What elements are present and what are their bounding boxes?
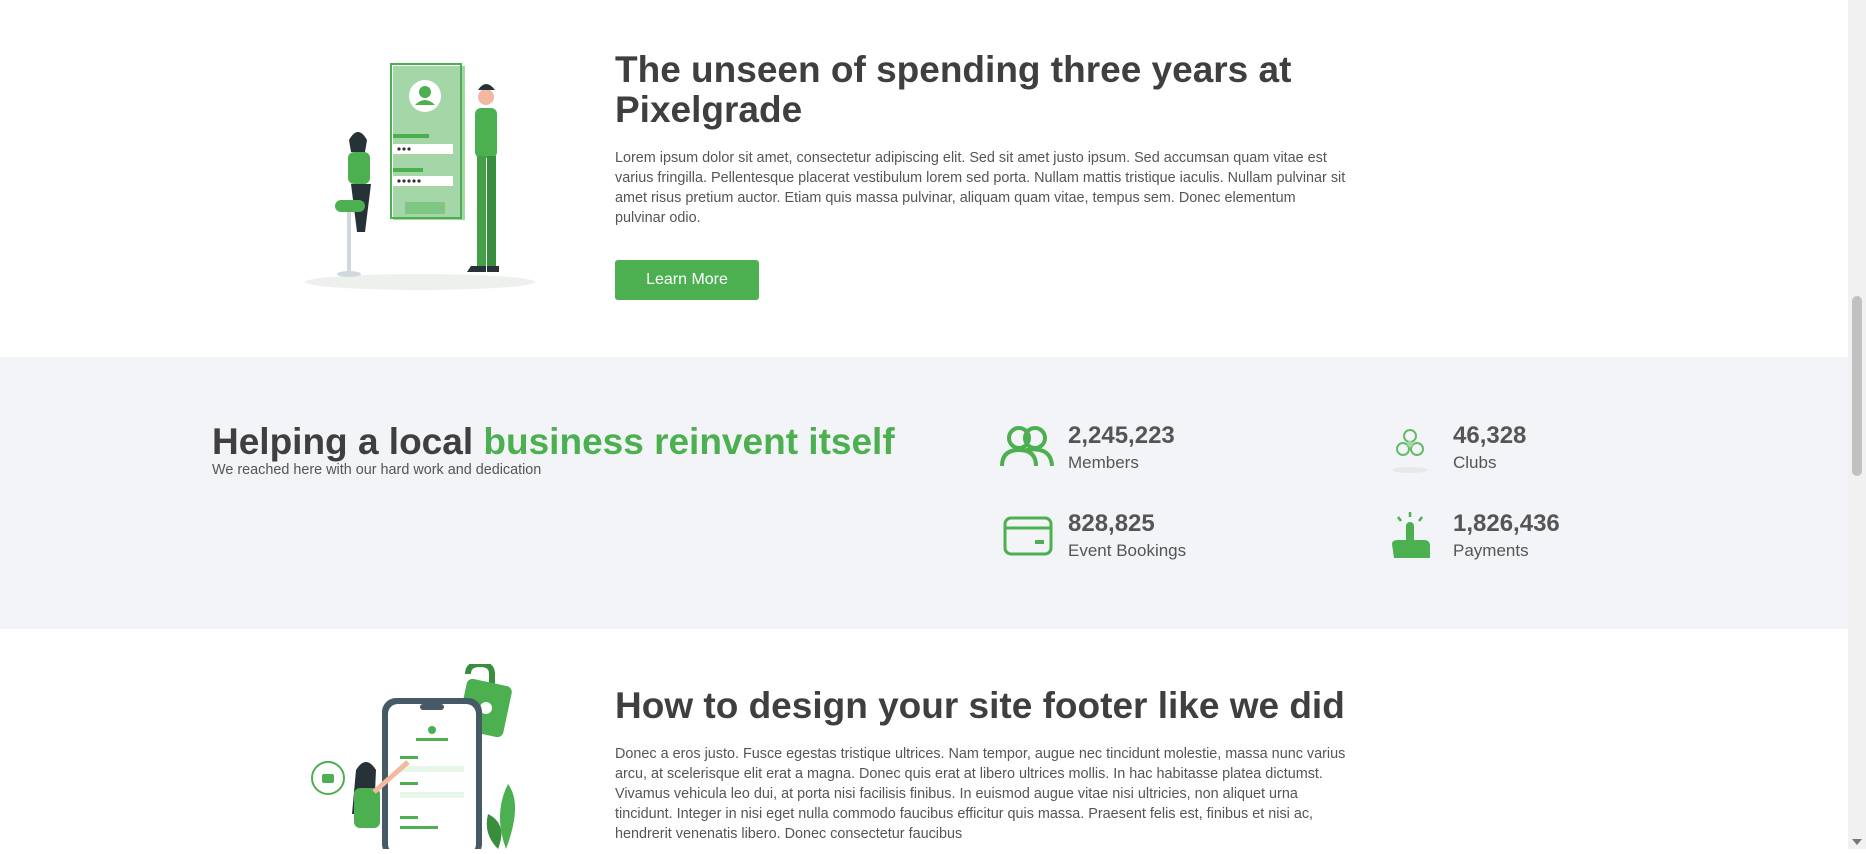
phone-security-illustration-icon <box>308 660 528 854</box>
scrollbar-thumb[interactable] <box>1852 296 1862 476</box>
stat-value: 1,826,436 <box>1453 510 1560 537</box>
login-illustration-icon <box>303 62 538 292</box>
stats-band <box>0 357 1848 629</box>
stat-label: Members <box>1068 453 1139 472</box>
page-scrollbar[interactable] <box>1848 0 1866 849</box>
stat-label: Event Bookings <box>1068 541 1187 560</box>
stat-value: 2,245,223 <box>1068 422 1175 449</box>
tap-icon <box>1384 510 1440 562</box>
section-title: The unseen of spending three years at Pi… <box>615 49 1292 130</box>
stat-value: 46,328 <box>1453 422 1527 449</box>
section-paragraph: Lorem ipsum dolor sit amet, consectetur … <box>615 150 1346 226</box>
card-icon <box>999 510 1055 562</box>
stat-label: Payments <box>1453 541 1529 560</box>
stat-label: Clubs <box>1453 453 1497 472</box>
clubs-icon <box>1384 422 1440 474</box>
scroll-down-arrow-icon[interactable] <box>1852 839 1862 845</box>
section-title: How to design your site footer like we d… <box>615 685 1345 726</box>
stat-value: 828,825 <box>1068 510 1155 537</box>
page: The unseen of spending three years at Pi… <box>0 0 1848 854</box>
section-paragraph: Donec a eros justo. Fusce egestas tristi… <box>615 746 1346 842</box>
learn-more-button[interactable]: Learn More <box>615 260 759 300</box>
stats-subtitle: We reached here with our hard work and d… <box>212 462 542 478</box>
stats-title-accent: business reinvent itself <box>483 421 895 462</box>
stats-title: Helping a local business reinvent itself <box>212 422 895 462</box>
stats-title-plain: Helping a local <box>212 421 484 462</box>
members-icon <box>999 422 1055 474</box>
